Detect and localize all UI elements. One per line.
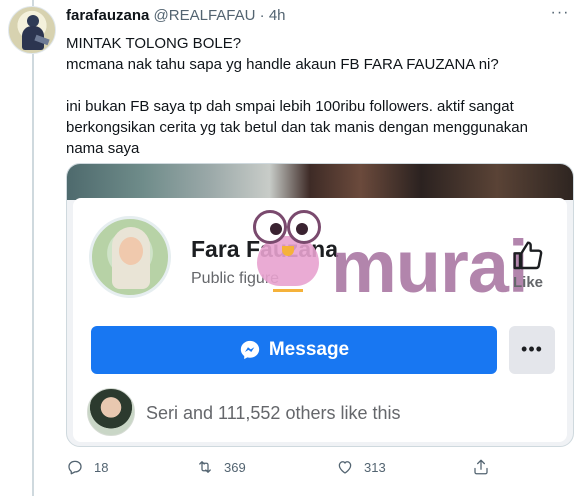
liker-avatar (87, 388, 135, 436)
murai-bird-mascot (249, 210, 327, 298)
tweet-line: mcmana nak tahu sapa yg handle akaun FB … (66, 56, 499, 73)
reply-icon (68, 460, 82, 475)
reply-button[interactable]: 18 (66, 458, 108, 476)
author-name[interactable]: farafauzana (66, 7, 149, 24)
facebook-like-button: Like (505, 240, 551, 291)
message-button: Message (91, 326, 497, 374)
tweet-text: MINTAK TOLONG BOLE? mcmana nak tahu sapa… (66, 33, 571, 159)
mascot-feet (273, 284, 303, 292)
thread-line (32, 0, 34, 496)
profile-face (119, 237, 143, 265)
tweet-line: ini bukan FB saya tp dah smpai lebih 100… (66, 98, 514, 115)
facebook-page-card: Fara Fauzana Public figure murai Like Me… (73, 198, 567, 442)
page-likes-text: Seri and 111,552 others like this (146, 403, 401, 423)
tweet-line: berkongsikan cerita yg tak betul dan tak… (66, 119, 528, 136)
retweet-count: 369 (224, 459, 246, 475)
like-count: 313 (364, 459, 386, 475)
header-separator: · (259, 7, 265, 24)
photo-strip (67, 164, 573, 200)
mascot-pupil (296, 223, 308, 235)
retweet-icon (199, 461, 211, 473)
mascot-eye-right (287, 210, 321, 244)
reply-count: 18 (94, 459, 109, 475)
author-avatar[interactable] (8, 6, 56, 54)
mascot-eye-left (253, 210, 287, 244)
share-icon (474, 459, 488, 475)
tweet-time[interactable]: 4h (269, 7, 286, 24)
facebook-profile-photo (89, 216, 171, 298)
tweet-media-image[interactable]: Fara Fauzana Public figure murai Like Me… (66, 163, 574, 447)
retweet-button[interactable]: 369 (196, 458, 246, 476)
messenger-icon (240, 340, 260, 360)
murai-watermark: murai (331, 225, 529, 308)
like-label: Like (512, 274, 543, 291)
more-options-button[interactable]: ··· (548, 4, 572, 22)
tweet-line: nama saya (66, 140, 140, 157)
thumbs-up-icon (513, 241, 543, 270)
tweet-header: farafauzana @REALFAFAU · 4h (66, 7, 286, 24)
tweet-line: MINTAK TOLONG BOLE? (66, 35, 242, 52)
like-button[interactable]: 313 (336, 458, 386, 476)
tweet-actions: 18 369 313 (66, 458, 506, 480)
message-button-label: Message (268, 339, 350, 360)
mascot-pupil (270, 223, 282, 235)
author-handle[interactable]: @REALFAFAU (154, 7, 256, 24)
heart-icon (338, 461, 352, 474)
share-button[interactable] (472, 458, 490, 476)
page-more-button: ••• (509, 326, 555, 374)
